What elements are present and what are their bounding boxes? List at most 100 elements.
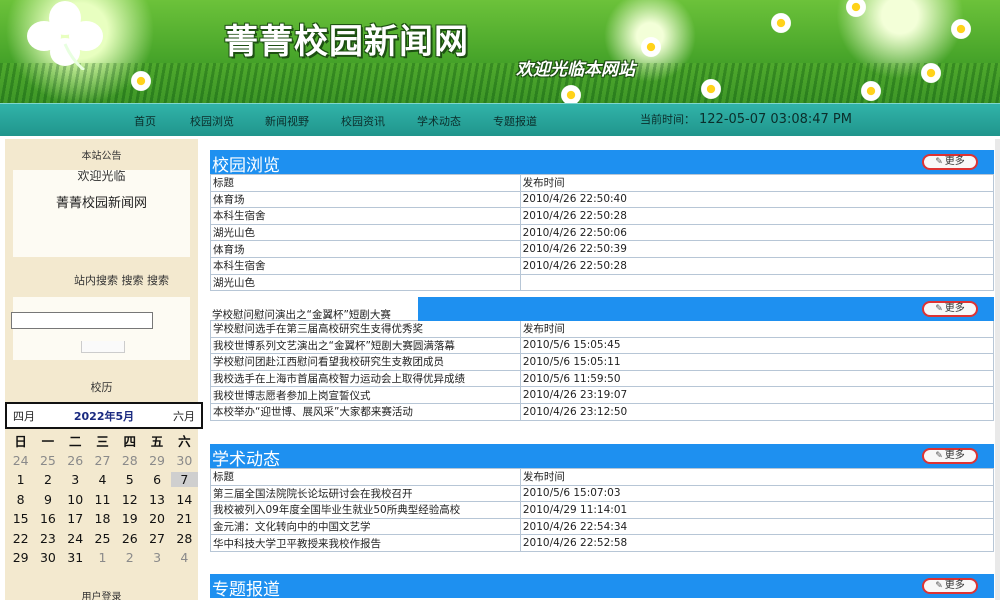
calendar-day[interactable]: 12	[116, 492, 143, 507]
daisy-decoration-icon	[640, 36, 662, 58]
row-publish-time: 2010/4/26 22:50:39	[519, 240, 995, 258]
calendar-prev-month[interactable]: 四月	[13, 408, 35, 424]
calendar-day[interactable]: 27	[89, 453, 116, 468]
row-title-link[interactable]: 我校世博系列文艺演出之“金翼杯”短剧大赛圆满落幕	[210, 336, 521, 355]
row-title-link[interactable]: 本校举办“迎世博、展风采”大家都来赛活动	[210, 402, 521, 421]
table-row: 我校世博志愿者参加上岗宣誓仪式 2010/4/26 23:19:07	[210, 386, 995, 404]
calendar-header: 四月 2022年5月 六月	[5, 402, 203, 429]
more-button[interactable]: ✎ 更多	[922, 448, 978, 464]
row-publish-time: 2010/5/6 15:07:03	[519, 484, 995, 503]
table-header-row: 标题 发布时间	[210, 174, 995, 192]
nav-campus-info[interactable]: 校园资讯	[341, 113, 385, 129]
more-button[interactable]: ✎ 更多	[922, 154, 978, 170]
nav-campus-browse[interactable]: 校园浏览	[190, 113, 234, 129]
row-title-link[interactable]: 本科生宿舍	[210, 256, 521, 275]
table-row: 体育场 2010/4/26 22:50:39	[210, 240, 995, 258]
more-button[interactable]: ✎ 更多	[922, 578, 978, 594]
calendar-day[interactable]: 7	[170, 472, 198, 488]
calendar-day[interactable]: 23	[34, 531, 61, 546]
calendar-day[interactable]: 16	[34, 511, 61, 526]
row-title-link[interactable]: 本科生宿舍	[210, 207, 521, 225]
row-title-link[interactable]: 我校被列入09年度全国毕业生就业50所典型经验高校	[210, 501, 521, 519]
calendar-day[interactable]: 2	[116, 550, 143, 565]
calendar-day[interactable]: 22	[7, 531, 34, 546]
calendar-day[interactable]: 24	[7, 453, 34, 468]
calendar-day[interactable]: 21	[171, 511, 198, 526]
calendar-day[interactable]: 13	[143, 492, 170, 507]
campus-table: 标题 发布时间 体育场 2010/4/26 22:50:40 本科生宿舍 2010/4…	[210, 174, 995, 292]
calendar-day[interactable]: 8	[7, 492, 34, 507]
calendar-day[interactable]: 20	[143, 511, 170, 526]
calendar-day[interactable]: 1	[89, 550, 116, 565]
calendar-day[interactable]: 29	[143, 453, 170, 468]
calendar-day[interactable]: 24	[62, 531, 89, 546]
calendar-day[interactable]: 26	[62, 453, 89, 468]
nav-news-view[interactable]: 新闻视野	[265, 113, 309, 129]
calendar-day[interactable]: 19	[116, 511, 143, 526]
site-subtitle: 欢迎光临本网站	[516, 60, 635, 80]
calendar-day[interactable]: 27	[143, 531, 170, 546]
calendar-week-row: 15 16 17 18 19 20 21	[7, 509, 198, 529]
calendar-day[interactable]: 2	[34, 472, 61, 487]
calendar-day[interactable]: 1	[7, 472, 34, 487]
row-title-link[interactable]: 体育场	[210, 190, 521, 209]
table-row: 湖光山色 2010/4/26 22:50:06	[210, 223, 995, 242]
table-row: 学校慰问团赴江西慰问看望我校研究生支教团成员 2010/5/6 15:05:11	[210, 353, 995, 371]
calendar-weekday: 五	[150, 434, 164, 450]
row-publish-time: 2010/4/26 22:54:34	[519, 517, 995, 536]
news-overlap-headline[interactable]: 学校慰问慰问演出之“金翼杯”短剧大赛	[212, 307, 391, 322]
row-publish-time: 2010/4/26 22:50:28	[519, 207, 995, 225]
calendar-day[interactable]: 15	[7, 511, 34, 526]
calendar-day[interactable]: 5	[116, 472, 143, 487]
calendar-day[interactable]: 3	[62, 472, 89, 487]
search-button[interactable]	[81, 341, 125, 353]
calendar-day[interactable]: 28	[116, 453, 143, 468]
row-title-link[interactable]: 湖光山色	[210, 273, 521, 292]
calendar-week-row: 24 25 26 27 28 29 30	[7, 451, 198, 471]
page-scrollbar[interactable]	[995, 139, 1000, 600]
row-title-link[interactable]: 学校慰问团赴江西慰问看望我校研究生支教团成员	[210, 353, 521, 371]
calendar-day[interactable]: 29	[7, 550, 34, 565]
calendar-next-month[interactable]: 六月	[173, 408, 195, 424]
calendar-day[interactable]: 30	[34, 550, 61, 565]
row-title-link[interactable]: 金元浦：文化转向中的中国文艺学	[210, 517, 521, 536]
calendar-day[interactable]: 30	[171, 453, 198, 468]
calendar-day[interactable]: 9	[34, 492, 61, 507]
row-title-link[interactable]: 我校选手在上海市首届高校智力运动会上取得优异成绩	[210, 369, 521, 388]
nav-home[interactable]: 首页	[134, 113, 156, 129]
daisy-decoration-icon	[700, 78, 722, 100]
row-title-link[interactable]: 湖光山色	[210, 223, 521, 242]
calendar-day[interactable]: 14	[171, 492, 198, 507]
row-title-link[interactable]: 我校世博志愿者参加上岗宣誓仪式	[210, 386, 521, 404]
notice-title: 本站公告	[81, 151, 122, 162]
calendar-day[interactable]: 25	[34, 453, 61, 468]
nav-academic[interactable]: 学术动态	[417, 113, 461, 129]
calendar-day[interactable]: 31	[62, 550, 89, 565]
section-bar: ✎ 更多	[418, 297, 994, 321]
calendar-day[interactable]: 3	[143, 550, 170, 565]
calendar-day[interactable]: 4	[89, 472, 116, 487]
nav-special[interactable]: 专题报道	[493, 113, 537, 129]
calendar-day[interactable]: 4	[171, 550, 198, 565]
row-title-link[interactable]: 华中科技大学卫平教授来我校作报告	[210, 534, 521, 552]
calendar-day[interactable]: 10	[62, 492, 89, 507]
row-publish-time: 2010/4/26 22:52:58	[519, 534, 995, 552]
row-title-link[interactable]: 学校慰问选手在第三届高校研究生支得优秀奖	[210, 320, 521, 338]
calendar-day[interactable]: 28	[171, 531, 198, 546]
row-title-link[interactable]: 体育场	[210, 240, 521, 258]
calendar-day[interactable]: 11	[89, 492, 116, 507]
calendar-day[interactable]: 25	[89, 531, 116, 546]
section-title: 学术动态	[212, 450, 280, 470]
notice-box: 欢迎光临 菁菁校园新闻网	[13, 170, 190, 257]
calendar-day[interactable]: 18	[89, 511, 116, 526]
more-label: 更多	[944, 303, 965, 314]
row-title-link[interactable]: 第三届全国法院院长论坛研讨会在我校召开	[210, 484, 521, 503]
calendar-day[interactable]: 6	[143, 472, 170, 487]
section-bar: 专题报道 ✎ 更多	[210, 574, 994, 600]
more-button[interactable]: ✎ 更多	[922, 301, 978, 317]
search-input[interactable]	[11, 312, 153, 329]
calendar-day[interactable]: 17	[62, 511, 89, 526]
calendar-title: 校历	[90, 381, 113, 394]
calendar-day[interactable]: 26	[116, 531, 143, 546]
calendar-grid: 日 一 二 三 四 五 六 24 25 26 27 28 29 30 1 2 3 4 5 6 7 8 9 10 1…	[7, 431, 198, 568]
